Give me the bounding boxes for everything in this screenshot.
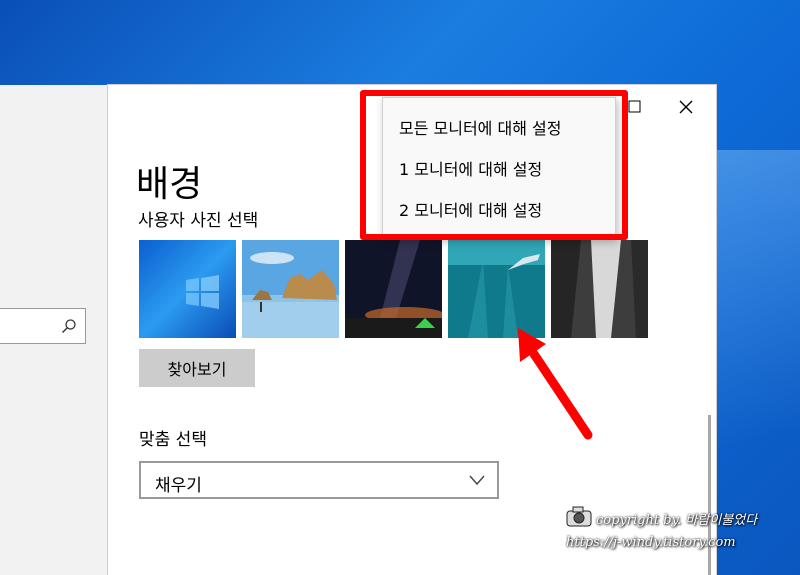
thumbnail-windows-blue[interactable] — [139, 240, 236, 338]
watermark-url: https://j-windy.tistory.com — [566, 535, 736, 550]
watermark: copyright by. 바람이불었다 https://j-windy.tis… — [566, 505, 796, 565]
browse-button[interactable]: 찾아보기 — [139, 349, 255, 387]
page-title: 배경 — [136, 164, 203, 205]
choose-picture-label: 사용자 사진 선택 — [138, 211, 259, 231]
search-input[interactable] — [0, 308, 86, 344]
chevron-down-icon — [469, 475, 485, 486]
red-highlight-box — [360, 90, 628, 240]
fit-select-value: 채우기 — [155, 476, 202, 496]
fit-select[interactable]: 채우기 — [139, 461, 499, 499]
search-icon — [62, 319, 76, 333]
thumbnail-milky-way[interactable] — [345, 240, 442, 338]
red-arrow-icon — [518, 328, 593, 440]
background-window — [0, 85, 113, 575]
camera-icon — [566, 506, 592, 527]
thumbnail-beach-rocks[interactable] — [242, 240, 339, 338]
close-icon[interactable] — [674, 95, 698, 119]
fit-label: 맞춤 선택 — [139, 430, 207, 450]
watermark-copyright: copyright by. 바람이불었다 — [596, 513, 758, 528]
